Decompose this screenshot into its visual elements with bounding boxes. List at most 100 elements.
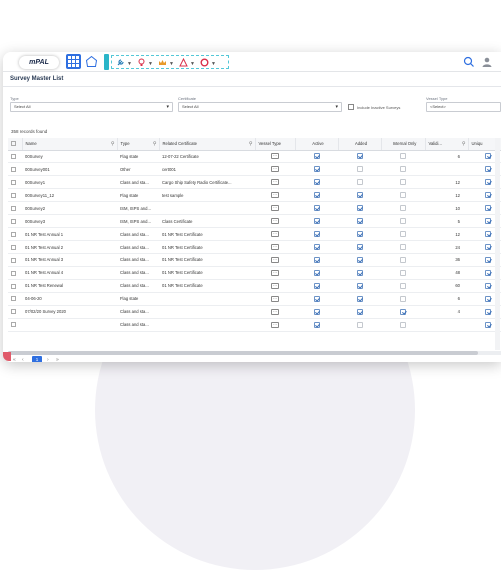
vertical-scrollbar[interactable] xyxy=(495,138,500,350)
survey-name-cell[interactable]: 00Survey1 xyxy=(22,175,117,190)
prev-page-button[interactable]: ‹ xyxy=(22,357,24,362)
include-inactive-checkbox[interactable] xyxy=(348,104,354,110)
table-row[interactable]: 00Survey3 ISM, ISPS and... Class Certifica… xyxy=(8,214,501,229)
row-select-checkbox[interactable] xyxy=(11,257,16,263)
bulb-icon[interactable] xyxy=(137,58,146,67)
select-all-header[interactable] xyxy=(8,138,23,151)
vessel-type-more-button[interactable]: ··· xyxy=(271,256,279,263)
table-row[interactable]: 01 NR Test Annual 4 Class and sta... 01 NR… xyxy=(8,266,501,280)
table-row[interactable]: 00Survey11_12 Flag state test sample ··· 12 xyxy=(8,188,501,203)
column-header-name[interactable]: Name ⚲ xyxy=(22,138,118,151)
active-checkbox[interactable] xyxy=(313,218,320,225)
active-checkbox[interactable] xyxy=(313,231,320,238)
horizontal-scrollbar[interactable] xyxy=(8,351,501,355)
sidebar-toggle[interactable] xyxy=(104,54,109,70)
active-checkbox[interactable] xyxy=(313,192,320,199)
internal-checkbox[interactable] xyxy=(400,179,406,186)
table-row[interactable]: 07/02/20 Survey 2020 Class and sta... ··· 4 xyxy=(8,305,501,319)
unique-checkbox[interactable] xyxy=(485,308,491,315)
active-checkbox[interactable] xyxy=(313,153,320,160)
internal-checkbox[interactable] xyxy=(400,282,406,289)
home-icon[interactable] xyxy=(85,55,98,68)
added-checkbox[interactable] xyxy=(356,218,363,225)
row-select-checkbox[interactable] xyxy=(11,180,16,186)
table-row[interactable]: Class and sta... ··· xyxy=(8,318,501,332)
table-row[interactable]: 00Survey001 Other cert001 ··· xyxy=(8,162,501,177)
survey-name-cell[interactable]: 01 NR Test Annual 4 xyxy=(22,266,117,280)
internal-checkbox[interactable] xyxy=(400,269,406,276)
added-checkbox[interactable] xyxy=(356,179,363,186)
filter-icon[interactable]: ⚲ xyxy=(153,141,157,147)
vessel-type-more-button[interactable]: ··· xyxy=(271,153,279,160)
internal-checkbox[interactable] xyxy=(400,218,406,225)
added-checkbox[interactable] xyxy=(356,244,363,251)
unique-checkbox[interactable] xyxy=(485,282,491,289)
internal-checkbox[interactable] xyxy=(400,244,406,251)
added-checkbox[interactable] xyxy=(356,308,363,315)
filter-icon[interactable]: ⚲ xyxy=(462,141,466,147)
added-checkbox[interactable] xyxy=(356,205,363,212)
vessel-type-more-button[interactable]: ··· xyxy=(271,192,279,199)
table-row[interactable]: 01 NR Test Annual 2 Class and sta... 01 NR… xyxy=(8,240,501,254)
survey-name-cell[interactable]: 00Survey3 xyxy=(22,214,117,229)
first-page-button[interactable]: « xyxy=(13,357,16,362)
survey-name-cell[interactable]: 00Survey2 xyxy=(22,201,117,216)
column-header-added[interactable]: Added xyxy=(338,138,382,151)
vessel-type-more-button[interactable]: ··· xyxy=(271,205,279,212)
added-checkbox[interactable] xyxy=(356,269,363,276)
search-icon[interactable] xyxy=(463,56,475,68)
survey-name-cell[interactable] xyxy=(22,318,117,332)
active-checkbox[interactable] xyxy=(313,244,320,251)
unique-checkbox[interactable] xyxy=(485,321,491,328)
unique-checkbox[interactable] xyxy=(485,244,491,251)
select-all-checkbox[interactable] xyxy=(11,141,16,147)
column-header-vessel-type[interactable]: Vessel Type xyxy=(255,138,296,151)
row-select-checkbox[interactable] xyxy=(11,244,16,250)
vessel-type-more-button[interactable]: ··· xyxy=(271,244,279,251)
survey-name-cell[interactable]: 00Survey001 xyxy=(22,162,117,177)
active-checkbox[interactable] xyxy=(313,321,320,328)
active-checkbox[interactable] xyxy=(313,269,320,276)
row-select-checkbox[interactable] xyxy=(11,296,16,302)
row-select-checkbox[interactable] xyxy=(11,322,16,328)
active-checkbox[interactable] xyxy=(313,179,320,186)
added-checkbox[interactable] xyxy=(356,231,363,238)
vessel-type-filter-select[interactable]: <Select> xyxy=(426,102,501,112)
warning-icon[interactable] xyxy=(179,58,188,67)
added-checkbox[interactable] xyxy=(356,153,363,160)
column-header-certificate[interactable]: Related Certificate ⚲ xyxy=(159,138,256,151)
unique-checkbox[interactable] xyxy=(485,166,491,173)
internal-checkbox[interactable] xyxy=(400,308,406,315)
row-select-checkbox[interactable] xyxy=(11,192,16,198)
row-select-checkbox[interactable] xyxy=(11,154,16,160)
row-select-checkbox[interactable] xyxy=(11,218,16,224)
unique-checkbox[interactable] xyxy=(485,153,491,160)
row-select-checkbox[interactable] xyxy=(11,167,16,173)
unique-checkbox[interactable] xyxy=(485,231,491,238)
vessel-type-more-button[interactable]: ··· xyxy=(271,269,279,276)
table-row[interactable]: 00Survey1 Class and sta... Cargo Ship Safe… xyxy=(8,175,501,190)
table-row[interactable]: 00Survey Flag state 12-07-22 Certificate ··… xyxy=(8,150,501,164)
active-checkbox[interactable] xyxy=(313,308,320,315)
unique-checkbox[interactable] xyxy=(485,218,491,225)
wrench-icon[interactable] xyxy=(116,58,125,67)
added-checkbox[interactable] xyxy=(356,256,363,263)
current-page-button[interactable]: 1 xyxy=(32,356,42,362)
table-row[interactable]: 01 NR Test Annual 1 Class and sta... 01 NR… xyxy=(8,227,501,242)
unique-checkbox[interactable] xyxy=(485,192,491,199)
added-checkbox[interactable] xyxy=(356,295,363,302)
survey-name-cell[interactable]: 01 NR Test Annual 2 xyxy=(22,240,117,254)
survey-name-cell[interactable]: 07/02/20 Survey 2020 xyxy=(22,305,117,319)
column-header-validity[interactable]: Validi... ⚲ xyxy=(425,138,469,151)
row-select-checkbox[interactable] xyxy=(11,231,16,237)
type-filter-select[interactable]: Select All ▾ xyxy=(10,102,173,112)
column-header-internal-only[interactable]: Internal Only xyxy=(381,138,426,151)
active-checkbox[interactable] xyxy=(313,166,320,173)
filter-icon[interactable]: ⚲ xyxy=(249,141,253,147)
survey-name-cell[interactable]: 00Survey11_12 xyxy=(22,188,117,203)
last-page-button[interactable]: » xyxy=(56,357,59,362)
row-select-checkbox[interactable] xyxy=(11,270,16,276)
scrollbar-thumb[interactable] xyxy=(8,351,478,355)
added-checkbox[interactable] xyxy=(356,192,363,199)
active-checkbox[interactable] xyxy=(313,282,320,289)
